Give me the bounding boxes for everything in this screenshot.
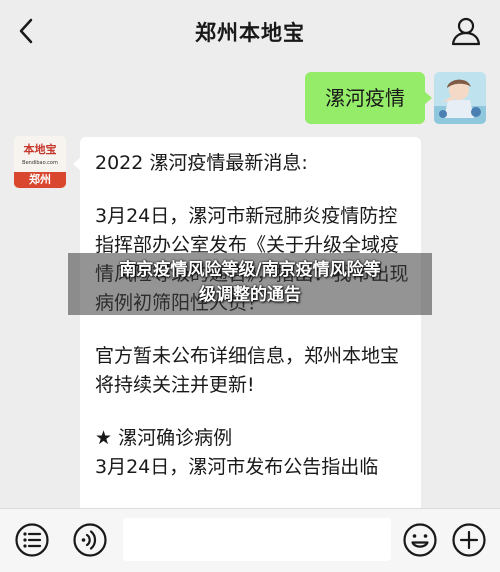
logo-city-text: 郑州 (14, 172, 66, 188)
logo-top: 本地宝 Bendibao.com (14, 136, 66, 172)
voice-button[interactable] (72, 522, 108, 558)
headline-overlay: 南京疫情风险等级/南京疫情风险等 级调整的通告 (68, 253, 432, 315)
bendibao-avatar[interactable]: 本地宝 Bendibao.com 郑州 (14, 136, 66, 188)
outgoing-message-bubble[interactable]: 漯河疫情 (305, 72, 432, 124)
incoming-message-text: 2022 漯河疫情最新消息: 3月24日，漯河市新冠肺炎疫情防控指挥部办公室发布… (95, 149, 411, 482)
logo-en-text: Bendibao.com (22, 160, 58, 166)
logo-cn-text: 本地宝 (23, 143, 57, 156)
profile-button[interactable] (450, 15, 482, 47)
overlay-line-1: 南京疫情风险等级/南京疫情风险等 (119, 260, 381, 280)
message-paragraph: 官方暂未公布详细信息，郑州本地宝将持续关注并更新! (95, 345, 400, 396)
menu-button[interactable] (14, 522, 50, 558)
overlay-line-2: 级调整的通告 (199, 285, 301, 305)
emoji-icon (403, 523, 437, 557)
message-paragraph: ★ 漯河确诊病例 (95, 427, 233, 449)
menu-list-icon (15, 523, 49, 557)
chat-title: 郑州本地宝 (195, 21, 305, 45)
message-paragraph: 3月24日，漯河市发布公告指出临 (95, 456, 379, 478)
more-button[interactable] (451, 522, 487, 558)
emoji-button[interactable] (402, 522, 438, 558)
chat-header: 郑州本地宝 (0, 0, 500, 62)
plus-icon (452, 523, 486, 557)
incoming-message-bubble[interactable]: 2022 漯河疫情最新消息: 3月24日，漯河市新冠肺炎疫情防控指挥部办公室发布… (80, 137, 421, 517)
voice-icon (73, 523, 107, 557)
user-avatar[interactable] (434, 72, 486, 124)
message-paragraph: 2022 漯河疫情最新消息: (95, 152, 308, 174)
message-input[interactable] (123, 518, 391, 561)
person-icon (451, 17, 481, 46)
overlay-title: 南京疫情风险等级/南京疫情风险等 级调整的通告 (68, 258, 432, 308)
anime-character-avatar-image (434, 72, 486, 124)
chat-input-bar (0, 508, 500, 572)
